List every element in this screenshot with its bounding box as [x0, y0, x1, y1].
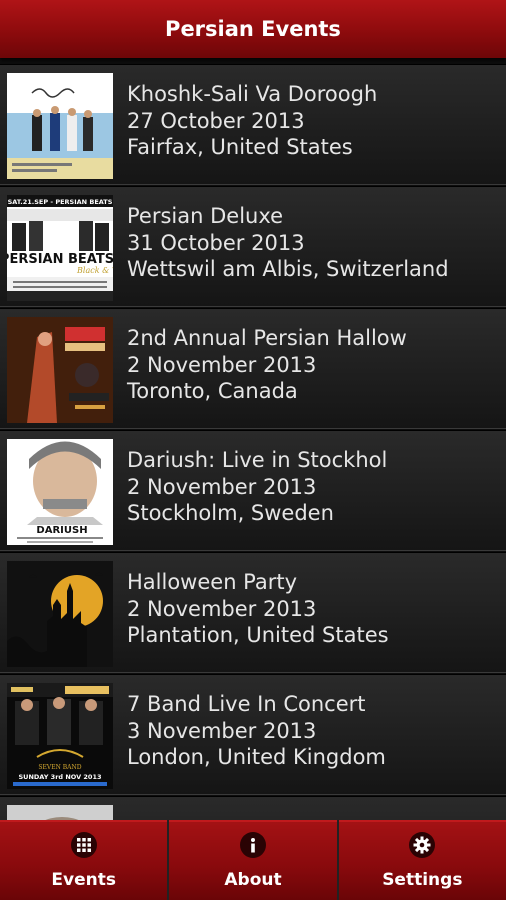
event-location: London, United Kingdom	[127, 745, 386, 769]
event-poster-image: DARIUSH	[7, 439, 113, 545]
event-date: 2 November 2013	[127, 352, 317, 377]
event-row[interactable]: SAT.21.SEP - PERSIAN BEATS PERSIAN BEATS…	[0, 186, 506, 307]
event-title: Khoshk-Sali Va Doroogh	[127, 82, 378, 106]
event-row[interactable]: 2nd Annual Persian Hallow 2 November 201…	[0, 308, 506, 429]
tab-settings[interactable]: Settings	[338, 820, 506, 900]
event-row[interactable]	[0, 796, 506, 820]
event-date: 2 November 2013	[127, 596, 317, 621]
page-title: Persian Events	[165, 17, 341, 41]
svg-text:Black & White: Black & White	[76, 266, 113, 275]
tab-label: Settings	[382, 870, 463, 890]
event-title: Persian Deluxe	[127, 204, 284, 228]
event-date: 31 October 2013	[127, 230, 305, 255]
event-title: 7 Band Live In Concert	[127, 692, 366, 716]
event-poster-image	[7, 317, 113, 423]
gear-icon	[409, 832, 436, 858]
tab-events[interactable]: Events	[0, 820, 168, 900]
app-header: Persian Events	[0, 0, 506, 58]
event-list[interactable]: Khoshk-Sali Va Doroogh 27 October 2013 F…	[0, 64, 506, 820]
event-poster-image: SEVEN BAND SUNDAY 3rd NOV 2013	[7, 683, 113, 789]
event-title: Dariush: Live in Stockhol	[127, 448, 388, 472]
poster-headline: SAT.21.SEP - PERSIAN BEATS	[8, 198, 113, 206]
event-location: Plantation, United States	[127, 623, 389, 647]
event-date: 3 November 2013	[127, 718, 317, 743]
event-row[interactable]: DARIUSH Dariush: Live in Stockhol 2 Nove…	[0, 430, 506, 551]
event-title: Halloween Party	[127, 570, 298, 594]
poster-artist-name: DARIUSH	[36, 525, 87, 536]
event-title: 2nd Annual Persian Hallow	[127, 326, 407, 350]
event-poster-image: SAT.21.SEP - PERSIAN BEATS PERSIAN BEATS…	[7, 195, 113, 301]
event-location: Stockholm, Sweden	[127, 501, 334, 525]
tab-about[interactable]: About	[169, 820, 337, 900]
event-date: 27 October 2013	[127, 108, 305, 133]
svg-text:SEVEN BAND: SEVEN BAND	[38, 764, 81, 771]
event-location: Fairfax, United States	[127, 135, 353, 159]
event-location: Toronto, Canada	[127, 379, 298, 403]
event-poster-image	[7, 805, 113, 820]
poster-logo-text: PERSIAN BEATS	[7, 252, 113, 267]
info-icon	[239, 832, 266, 858]
event-poster-image	[7, 73, 113, 179]
event-row[interactable]: SEVEN BAND SUNDAY 3rd NOV 2013 7 Band Li…	[0, 674, 506, 795]
tab-label: About	[224, 870, 282, 890]
poster-date: SUNDAY 3rd NOV 2013	[19, 773, 102, 781]
event-row[interactable]: Khoshk-Sali Va Doroogh 27 October 2013 F…	[0, 64, 506, 185]
bottom-tab-bar: Events About Settings	[0, 820, 506, 900]
grid-icon	[70, 832, 97, 858]
event-poster-image	[7, 561, 113, 667]
event-location: Wettswil am Albis, Switzerland	[127, 257, 449, 281]
tab-label: Events	[51, 870, 116, 890]
event-row[interactable]: Halloween Party 2 November 2013 Plantati…	[0, 552, 506, 673]
event-date: 2 November 2013	[127, 474, 317, 499]
